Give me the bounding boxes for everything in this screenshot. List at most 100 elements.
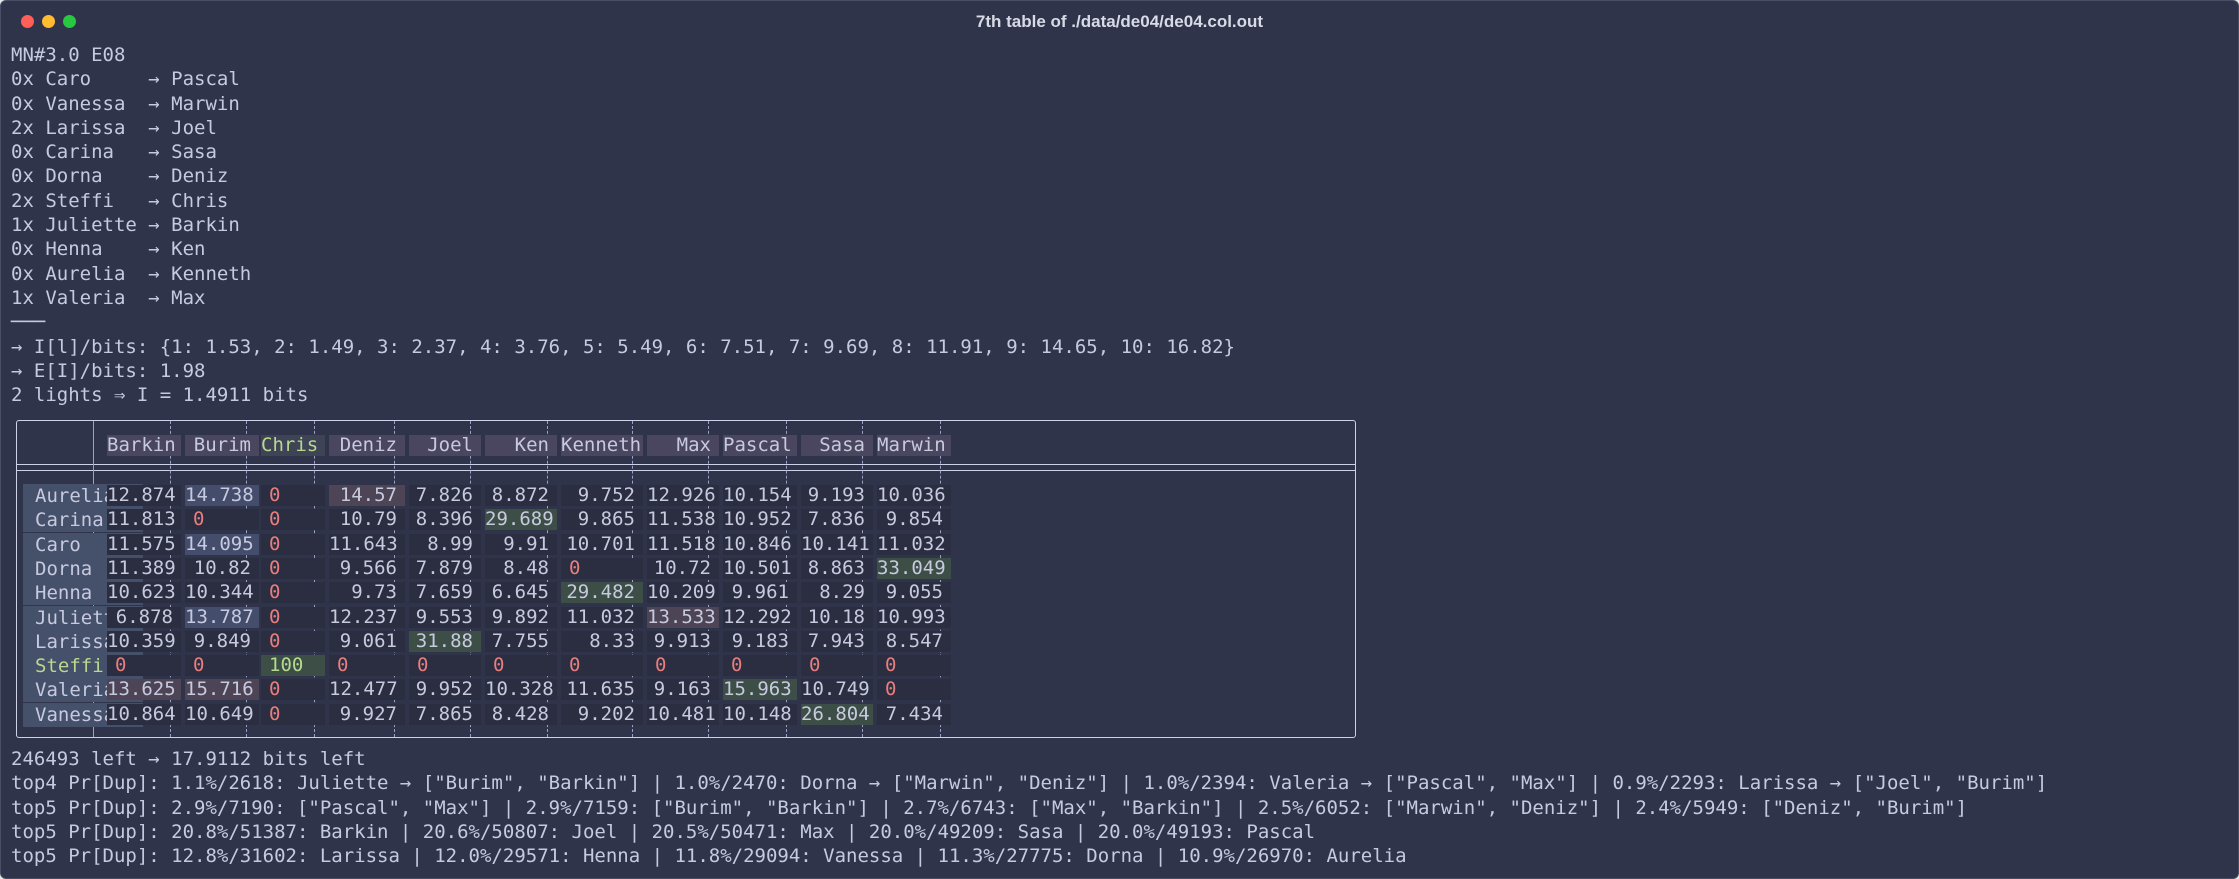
- table-cell: 12.477: [329, 679, 405, 701]
- table-cell: 10.328: [485, 679, 557, 701]
- terminal-window: 7th table of ./data/de04/de04.col.out MN…: [0, 0, 2239, 879]
- table-cell: 11.643: [329, 533, 405, 555]
- header-line: 1x Juliette → Barkin: [11, 214, 240, 237]
- header-line: 0x Aurelia → Kenneth: [11, 262, 252, 285]
- table-cell: 11.635: [561, 679, 643, 701]
- table-cell: 7.755: [485, 630, 557, 652]
- table-cell: 10.701: [561, 533, 643, 555]
- table-cell: 10.359: [107, 630, 181, 652]
- table-cell: 9.961: [723, 582, 797, 604]
- table-cell: 13.533: [647, 606, 719, 628]
- table-cell: 0: [261, 533, 325, 555]
- table-cell: 14.57: [329, 485, 405, 506]
- table-cell: 12.926: [647, 485, 719, 506]
- column-header-burim: Burim: [185, 435, 259, 456]
- header-line: 0x Carina → Sasa: [11, 141, 217, 164]
- footer-line: 246493 left → 17.9112 bits left: [11, 748, 366, 770]
- table-cell: 0: [329, 655, 405, 677]
- table-cell: 8.99: [409, 533, 481, 555]
- footer-line: top5 Pr[Dup]: 20.8%/51387: Barkin | 20.6…: [11, 820, 1316, 843]
- table-cell: 0: [107, 655, 181, 677]
- table-cell: 10.141: [801, 533, 873, 555]
- table-cell: 0: [801, 655, 873, 677]
- table-cell: 9.553: [409, 606, 481, 628]
- header-line: MN#3.0 E08: [11, 44, 126, 66]
- table-cell: 12.874: [107, 485, 181, 506]
- table-cell: 8.547: [877, 630, 951, 652]
- table-cell: 9.183: [723, 630, 797, 652]
- table-cell: 0: [261, 679, 325, 701]
- table-cell: 0: [561, 557, 643, 579]
- column-header-deniz: Deniz: [329, 435, 405, 456]
- table-cell: 14.095: [185, 533, 259, 555]
- table-cell: 10.864: [107, 703, 181, 725]
- table-cell: 33.049: [877, 557, 951, 579]
- table-cell: 0: [261, 606, 325, 628]
- table-cell: 10.846: [723, 533, 797, 555]
- header-line: 0x Caro → Pascal: [11, 68, 240, 91]
- table-cell: 10.623: [107, 582, 181, 604]
- column-header-max: Max: [647, 435, 719, 456]
- table-cell: 0: [261, 630, 325, 652]
- table-cell: 0: [877, 679, 951, 701]
- terminal-output-footer: 246493 left → 17.9112 bits left top4 Pr[D…: [11, 747, 2047, 868]
- table-cell: 0: [261, 557, 325, 579]
- table-cell: 0: [485, 655, 557, 677]
- header-line: ───: [11, 311, 46, 334]
- table-cell: 11.518: [647, 533, 719, 555]
- table-cell: 0: [261, 485, 325, 506]
- table-cell: 10.72: [647, 557, 719, 579]
- table-cell: 7.943: [801, 630, 873, 652]
- table-cell: 12.292: [723, 606, 797, 628]
- header-line: → I[l]/bits: {1: 1.53, 2: 1.49, 3: 2.37,…: [11, 335, 1235, 358]
- table-cell: 11.389: [107, 557, 181, 579]
- column-header-pascal: Pascal: [723, 435, 797, 456]
- header-line: → E[I]/bits: 1.98: [11, 359, 206, 382]
- table-cell: 8.428: [485, 703, 557, 725]
- table-cell: 10.952: [723, 509, 797, 531]
- column-header-joel: Joel: [409, 435, 481, 456]
- table-cell: 0: [185, 655, 259, 677]
- title-bar: 7th table of ./data/de04/de04.col.out: [1, 1, 2238, 39]
- table-cell: 9.566: [329, 557, 405, 579]
- column-header-sasa: Sasa: [801, 435, 873, 456]
- results-table: Barkin Burim Chris Deniz Joel Ken Kenneth Max Pa…: [16, 420, 1356, 738]
- table-header-separator: [17, 470, 1355, 471]
- table-cell: 7.865: [409, 703, 481, 725]
- table-cell: 9.752: [561, 485, 643, 506]
- table-cell: 9.055: [877, 582, 951, 604]
- table-cell: 10.649: [185, 703, 259, 725]
- table-cell: 8.863: [801, 557, 873, 579]
- table-cell: 9.91: [485, 533, 557, 555]
- table-cell: 7.659: [409, 582, 481, 604]
- footer-line: top5 Pr[Dup]: 2.9%/7190: ["Pascal", "Max…: [11, 796, 1968, 819]
- table-cell: 11.575: [107, 533, 181, 555]
- header-line: 0x Dorna → Deniz: [11, 165, 229, 188]
- table-cell: 13.625: [107, 679, 181, 701]
- terminal-output-header: MN#3.0 E08 0x Caro → Pascal 0x Vanessa → M…: [11, 43, 1235, 407]
- table-cell: 8.33: [561, 630, 643, 652]
- column-header-barkin: Barkin: [107, 435, 181, 456]
- table-cell: 6.645: [485, 582, 557, 604]
- table-cell: 29.482: [561, 582, 643, 604]
- header-line: 0x Henna → Ken: [11, 238, 206, 261]
- table-cell: 9.202: [561, 703, 643, 725]
- table-cell: 9.193: [801, 485, 873, 506]
- column-header-chris: Chris: [261, 435, 325, 456]
- table-cell: 0: [647, 655, 719, 677]
- table-cell: 7.879: [409, 557, 481, 579]
- table-cell: 29.689: [485, 509, 557, 531]
- table-cell: 10.82: [185, 557, 259, 579]
- table-cell: 10.209: [647, 582, 719, 604]
- table-cell: 10.036: [877, 485, 951, 506]
- table-cell: 8.396: [409, 509, 481, 531]
- table-cell: 9.927: [329, 703, 405, 725]
- table-cell: 11.813: [107, 509, 181, 531]
- table-cell: 15.963: [723, 679, 797, 701]
- table-cell: 8.872: [485, 485, 557, 506]
- table-cell: 31.88: [409, 630, 481, 652]
- table-cell: 6.878: [107, 606, 181, 628]
- column-header-ken: Ken: [485, 435, 557, 456]
- table-cell: 12.237: [329, 606, 405, 628]
- table-cell: 7.836: [801, 509, 873, 531]
